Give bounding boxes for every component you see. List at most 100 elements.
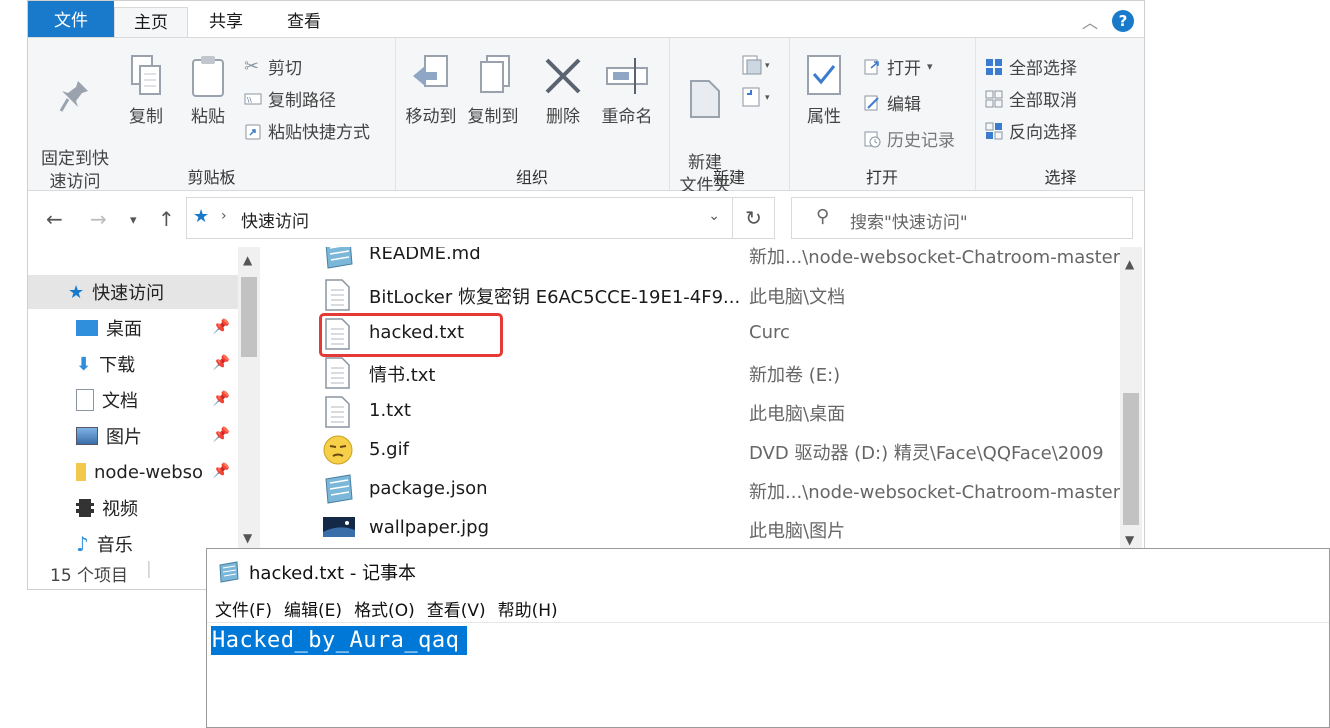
tab-view[interactable]: 查看: [274, 7, 334, 37]
forward-arrow-icon[interactable]: →: [90, 207, 107, 231]
select-group-label: 选择: [1044, 168, 1077, 187]
pin-icon[interactable]: 📌: [213, 355, 230, 371]
search-placeholder: 搜索"快速访问": [850, 213, 968, 233]
scroll-down-icon[interactable]: ▼: [243, 531, 252, 545]
nav-item-label: 桌面: [106, 319, 142, 340]
clipboard-group: 固定到快 速访问 复制 粘贴 ✂ 剪切 \\ 复制路径 粘贴快捷方式 剪贴板: [28, 38, 396, 192]
menu-format[interactable]: 格式(O): [354, 596, 415, 621]
file-explorer-window: 文件 主页 共享 查看 ︿ ? 固定到快 速访问 复制 粘贴 ✂ 剪切 \\ 复…: [27, 0, 1145, 590]
nav-item-videos[interactable]: 视频: [28, 491, 238, 525]
scissors-icon: ✂: [244, 55, 260, 77]
file-location: Curc: [749, 322, 790, 343]
select-all-icon: [986, 58, 1002, 75]
scroll-down-icon[interactable]: ▼: [1125, 533, 1134, 547]
pin-icon[interactable]: 📌: [213, 391, 230, 407]
emoji-gif-icon: [323, 435, 353, 465]
select-all-label: 全部选择: [1009, 59, 1077, 79]
copy-path-button[interactable]: \\ 复制路径: [244, 86, 336, 111]
pin-icon[interactable]: 📌: [213, 463, 230, 479]
open-icon: [864, 59, 879, 74]
new-group: 新建 文件夹 ▾ ▾ 新建: [669, 38, 790, 196]
file-list-scrollbar[interactable]: ▲ ▼: [1120, 247, 1142, 551]
nav-item-documents[interactable]: 文档 📌: [28, 383, 238, 417]
nav-pane-scrollbar[interactable]: ▲ ▼: [238, 247, 260, 551]
selected-text[interactable]: Hacked_by_Aura_qaq: [211, 626, 468, 655]
tab-share[interactable]: 共享: [196, 7, 256, 37]
menu-edit[interactable]: 编辑(E): [284, 596, 342, 621]
notepad-title-bar: hacked.txt - 记事本: [217, 559, 416, 585]
file-row[interactable]: 1.txt 此电脑\桌面: [264, 392, 1120, 431]
notepad-file-icon: [325, 247, 353, 269]
back-arrow-icon[interactable]: ←: [46, 207, 63, 231]
rename-icon: [606, 58, 648, 94]
file-list: README.md 新加...\node-websocket-Chatroom-…: [264, 247, 1120, 551]
select-none-button[interactable]: 全部取消: [985, 86, 1077, 111]
nav-item-quick-access[interactable]: ★ 快速访问: [28, 275, 238, 309]
nav-item-pictures[interactable]: 图片 📌: [28, 419, 238, 453]
cut-button[interactable]: ✂ 剪切: [244, 54, 302, 79]
scroll-up-icon[interactable]: ▲: [243, 253, 252, 267]
menu-view[interactable]: 查看(V): [427, 596, 486, 621]
star-icon: ★: [193, 206, 210, 227]
edit-button[interactable]: 编辑: [863, 90, 921, 115]
file-row[interactable]: BitLocker 恢复密钥 E6AC5CCE-19E1-4F9... 此电脑\…: [264, 275, 1120, 314]
address-dropdown-icon[interactable]: ⌄: [708, 208, 720, 224]
easy-access-icon[interactable]: ▾: [741, 86, 777, 110]
delete-x-icon: [545, 58, 581, 94]
tab-file[interactable]: 文件: [28, 1, 114, 37]
breadcrumb-chevron-icon[interactable]: ›: [221, 208, 227, 224]
tab-home[interactable]: 主页: [114, 7, 188, 38]
rename-label: 重命名: [601, 107, 653, 127]
paste-shortcut-button[interactable]: 粘贴快捷方式: [244, 118, 370, 143]
desktop-icon: [76, 320, 98, 336]
documents-icon: [76, 389, 94, 411]
move-to-button[interactable]: 移动到: [403, 54, 459, 129]
file-location: 此电脑\文档: [749, 287, 846, 308]
scroll-up-icon[interactable]: ▲: [1125, 257, 1134, 271]
cut-label: 剪切: [268, 59, 302, 79]
help-icon[interactable]: ?: [1112, 10, 1134, 32]
file-row[interactable]: 5.gif DVD 驱动器 (D:) 精灵\Face\QQFace\2009: [264, 431, 1120, 470]
properties-button[interactable]: 属性: [799, 54, 849, 129]
file-row[interactable]: 情书.txt 新加卷 (E:): [264, 353, 1120, 392]
recent-locations-chevron-icon[interactable]: ▾: [130, 213, 137, 228]
nav-item-desktop[interactable]: 桌面 📌: [28, 311, 238, 345]
file-row[interactable]: README.md 新加...\node-websocket-Chatroom-…: [264, 247, 1120, 274]
new-item-icon[interactable]: ▾: [741, 54, 777, 78]
invert-selection-button[interactable]: 反向选择: [985, 118, 1077, 143]
copy-to-button[interactable]: 复制到: [465, 54, 521, 129]
collapse-ribbon-icon[interactable]: ︿: [1082, 9, 1098, 33]
new-folder-icon: [690, 80, 720, 118]
pin-icon[interactable]: 📌: [213, 427, 230, 443]
refresh-icon[interactable]: ↻: [733, 197, 775, 239]
menu-file[interactable]: 文件(F): [215, 596, 272, 621]
nav-pane-scroll-thumb[interactable]: [241, 277, 257, 357]
search-box[interactable]: ⚲ 搜索"快速访问": [791, 197, 1133, 239]
select-all-button[interactable]: 全部选择: [985, 54, 1077, 79]
notepad-window: hacked.txt - 记事本 文件(F) 编辑(E) 格式(O) 查看(V)…: [206, 548, 1330, 728]
file-location: 新加...\node-websocket-Chatroom-master: [749, 482, 1120, 503]
breadcrumb-quick-access[interactable]: 快速访问: [241, 207, 309, 232]
open-button[interactable]: 打开 ▾: [863, 54, 933, 79]
delete-label: 删除: [546, 107, 580, 127]
paste-button[interactable]: 粘贴: [184, 54, 232, 129]
edit-label: 编辑: [887, 95, 921, 115]
history-button[interactable]: 历史记录: [863, 126, 955, 151]
move-to-label: 移动到: [405, 107, 457, 127]
rename-button[interactable]: 重命名: [595, 54, 659, 129]
file-row[interactable]: wallpaper.jpg 此电脑\图片: [264, 509, 1120, 548]
file-row[interactable]: package.json 新加...\node-websocket-Chatro…: [264, 470, 1120, 509]
organize-group: 移动到 复制到 删除 重命名 组织: [395, 38, 670, 190]
pin-icon[interactable]: 📌: [213, 319, 230, 335]
delete-button[interactable]: 删除: [539, 54, 587, 129]
copy-button[interactable]: 复制: [122, 54, 170, 129]
svg-text:\\: \\: [247, 96, 252, 104]
nav-item-downloads[interactable]: ⬇ 下载 📌: [28, 347, 238, 381]
menu-help[interactable]: 帮助(H): [498, 596, 558, 621]
up-arrow-icon[interactable]: ↑: [158, 207, 175, 231]
nav-item-node-websocket[interactable]: node-webso 📌: [28, 455, 238, 489]
notepad-text-area[interactable]: Hacked_by_Aura_qaq: [207, 622, 1329, 728]
select-none-label: 全部取消: [1009, 91, 1077, 111]
address-bar[interactable]: ★ › 快速访问 ⌄: [186, 197, 733, 239]
file-list-scroll-thumb[interactable]: [1123, 393, 1139, 525]
